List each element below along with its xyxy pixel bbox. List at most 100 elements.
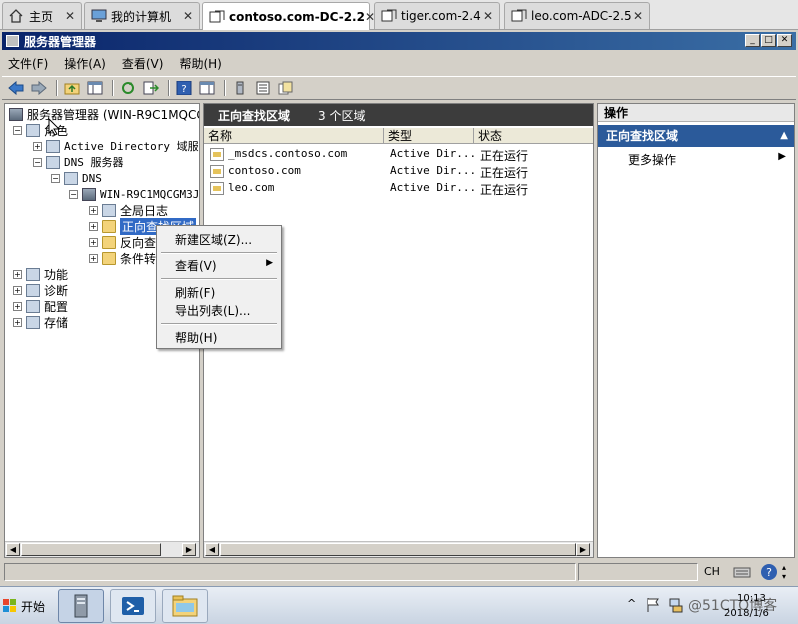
minimize-button[interactable]: _	[745, 34, 760, 47]
help-circle-icon[interactable]: ?	[760, 563, 778, 581]
scroll-left-icon[interactable]: ◀	[205, 543, 219, 556]
zone-files-icon[interactable]	[276, 79, 296, 97]
dns-icon	[64, 171, 78, 185]
expand-icon[interactable]: +	[33, 141, 42, 151]
dns-server-icon	[46, 155, 60, 169]
show-hidden-icons-icon[interactable]: ^	[627, 597, 636, 610]
tree-item-dns[interactable]: − DNS	[51, 170, 102, 186]
tree-item-storage[interactable]: + 存储	[13, 314, 68, 330]
expand-icon[interactable]: +	[89, 237, 98, 247]
taskbar-server-manager[interactable]	[58, 589, 104, 623]
folder-icon	[102, 251, 116, 265]
tree-item-dns-server-role[interactable]: − DNS 服务器	[33, 154, 124, 170]
tree-horizontal-scrollbar[interactable]: ◀ ▶	[5, 541, 199, 557]
help-icon[interactable]: ?	[174, 79, 194, 97]
tab-my-computer[interactable]: 我的计算机 ✕	[84, 2, 200, 29]
tree-item-server-manager[interactable]: 服务器管理器 (WIN-R9C1MQCGM3	[9, 106, 199, 122]
menu-item-help[interactable]: 帮助(H)	[175, 329, 217, 346]
menu-item-view[interactable]: 查看(V)	[175, 257, 217, 274]
chevron-right-icon[interactable]: ▶	[778, 151, 786, 162]
expand-icon[interactable]: +	[13, 269, 22, 279]
close-icon[interactable]: ✕	[183, 9, 193, 23]
language-indicator[interactable]: CH	[704, 564, 726, 580]
zone-row[interactable]: contoso.com Active Dir... 正在运行	[204, 163, 593, 180]
column-header-status[interactable]: 状态	[474, 128, 593, 144]
tree-item-host[interactable]: − WIN-R9C1MQCGM3J	[69, 186, 199, 202]
scroll-thumb[interactable]	[21, 543, 161, 556]
column-header-name[interactable]: 名称	[204, 128, 384, 144]
window-title-bar[interactable]: 服务器管理器	[2, 32, 796, 50]
zone-row[interactable]: _msdcs.contoso.com Active Dir... 正在运行	[204, 146, 593, 163]
tree-item-configuration[interactable]: + 配置	[13, 298, 68, 314]
expand-icon[interactable]: +	[89, 205, 98, 215]
server-icon[interactable]	[230, 79, 250, 97]
scroll-thumb[interactable]	[220, 543, 576, 556]
active-directory-icon	[46, 139, 60, 153]
forward-arrow-icon[interactable]	[29, 79, 49, 97]
zone-name: _msdcs.contoso.com	[228, 147, 348, 160]
keyboard-icon[interactable]	[733, 564, 751, 580]
scroll-right-icon[interactable]: ▶	[182, 543, 196, 556]
collapse-icon[interactable]: −	[69, 189, 78, 199]
scroll-left-icon[interactable]: ◀	[6, 543, 20, 556]
start-button[interactable]: 开始	[2, 591, 52, 621]
close-icon[interactable]: ✕	[633, 9, 643, 23]
expand-icon[interactable]: +	[13, 317, 22, 327]
clock-date[interactable]: 2018/1/6	[724, 608, 769, 619]
menu-action[interactable]: 操作(A)	[64, 55, 106, 72]
collapse-icon[interactable]: −	[51, 173, 60, 183]
export-list-icon[interactable]	[141, 79, 161, 97]
menu-item-export-list[interactable]: 导出列表(L)...	[175, 302, 251, 319]
expand-icon[interactable]: +	[13, 285, 22, 295]
tab-home[interactable]: 主页 ✕	[2, 2, 82, 29]
scroll-right-icon[interactable]: ▶	[576, 543, 590, 556]
tree-item-conditional-forwarders[interactable]: + 条件转	[89, 250, 156, 266]
menu-view[interactable]: 查看(V)	[122, 55, 164, 72]
collapse-icon[interactable]: −	[13, 125, 22, 135]
clock-time[interactable]: 10:13	[737, 593, 766, 604]
expand-icon[interactable]: +	[89, 253, 98, 263]
taskbar-powershell[interactable]	[110, 589, 156, 623]
tree-item-features[interactable]: + 功能	[13, 266, 68, 282]
tree-item-active-directory[interactable]: + Active Directory 域服务	[33, 138, 199, 154]
refresh-icon[interactable]	[118, 79, 138, 97]
expand-icon[interactable]: +	[89, 221, 98, 231]
column-header-row: 名称 类型 状态	[204, 128, 593, 144]
maximize-button[interactable]: □	[761, 34, 776, 47]
close-icon[interactable]: ✕	[65, 9, 75, 23]
action-center-flag-icon[interactable]	[646, 597, 660, 616]
taskbar-explorer[interactable]	[162, 589, 208, 623]
show-hide-tree-icon[interactable]	[85, 79, 105, 97]
tree-item-reverse-zone[interactable]: + 反向查	[89, 234, 156, 250]
network-icon[interactable]	[668, 597, 684, 616]
tab-tiger[interactable]: tiger.com-2.4 ✕	[374, 2, 500, 29]
tree-item-global-log[interactable]: + 全局日志	[89, 202, 168, 218]
ime-options-icon[interactable]: ▴ ▾	[782, 563, 794, 581]
properties-pane-icon[interactable]	[197, 79, 217, 97]
tree-label: 条件转	[120, 251, 157, 266]
close-window-button[interactable]: ✕	[777, 34, 792, 47]
tab-leo[interactable]: leo.com-ADC-2.5 ✕	[504, 2, 650, 29]
expand-icon[interactable]: +	[13, 301, 22, 311]
back-arrow-icon[interactable]	[6, 79, 26, 97]
menu-item-new-zone[interactable]: 新建区域(Z)...	[175, 231, 252, 248]
up-folder-icon[interactable]	[62, 79, 82, 97]
tree-item-diagnostics[interactable]: + 诊断	[13, 282, 68, 298]
tree-label: DNS 服务器	[64, 156, 124, 169]
column-header-type[interactable]: 类型	[384, 128, 474, 144]
diagnostics-icon	[26, 283, 40, 297]
actions-section-forward-zone[interactable]: 正向查找区域 ▲	[598, 125, 794, 147]
more-actions-link[interactable]: 更多操作	[628, 151, 676, 168]
zone-row[interactable]: leo.com Active Dir... 正在运行	[204, 180, 593, 197]
menu-help[interactable]: 帮助(H)	[179, 55, 221, 72]
list-horizontal-scrollbar[interactable]: ◀ ▶	[204, 541, 593, 557]
context-menu: 新建区域(Z)... 查看(V) ▶ 刷新(F) 导出列表(L)... 帮助(H…	[156, 225, 282, 349]
menu-file[interactable]: 文件(F)	[8, 55, 48, 72]
collapse-icon[interactable]: −	[33, 157, 42, 167]
tab-contoso-dc[interactable]: contoso.com-DC-2.2 ✕	[202, 2, 375, 30]
menu-item-refresh[interactable]: 刷新(F)	[175, 284, 215, 301]
list-view-icon[interactable]	[253, 79, 273, 97]
zone-count: 3 个区域	[318, 108, 366, 123]
close-icon[interactable]: ✕	[483, 9, 493, 23]
collapse-up-icon[interactable]: ▲	[780, 125, 788, 147]
